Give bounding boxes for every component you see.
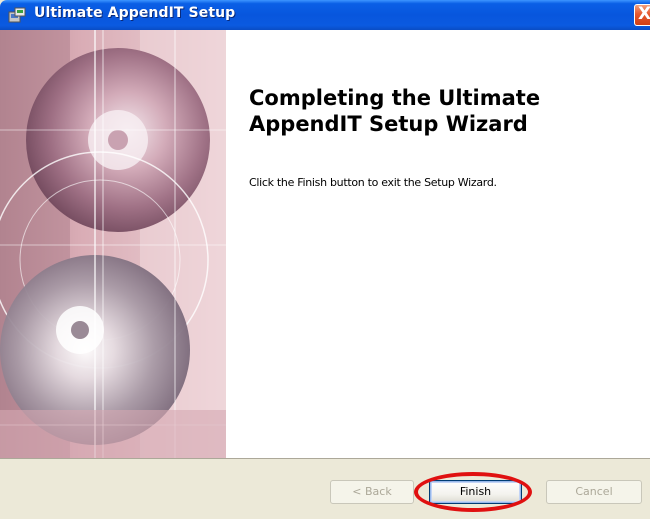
setup-window: Ultimate AppendIT Setup X Completing the… — [0, 0, 650, 519]
installer-icon — [8, 7, 26, 23]
wizard-content: Completing the Ultimate AppendIT Setup W… — [0, 30, 650, 458]
title-bar[interactable]: Ultimate AppendIT Setup X — [0, 0, 650, 30]
wizard-description: Click the Finish button to exit the Setu… — [249, 176, 497, 189]
page-title: Completing the Ultimate AppendIT Setup W… — [249, 85, 639, 137]
page-title-line-2: AppendIT Setup Wizard — [249, 112, 528, 136]
cancel-button[interactable]: Cancel — [546, 480, 642, 504]
back-button[interactable]: < Back — [330, 480, 414, 504]
wizard-side-artwork — [0, 30, 226, 458]
close-icon: X — [638, 4, 650, 24]
window-title: Ultimate AppendIT Setup — [34, 5, 236, 21]
button-bar: < Back Finish Cancel — [0, 458, 650, 519]
close-button[interactable]: X — [634, 4, 650, 26]
page-title-line-1: Completing the Ultimate — [249, 86, 541, 110]
finish-button[interactable]: Finish — [429, 480, 522, 504]
